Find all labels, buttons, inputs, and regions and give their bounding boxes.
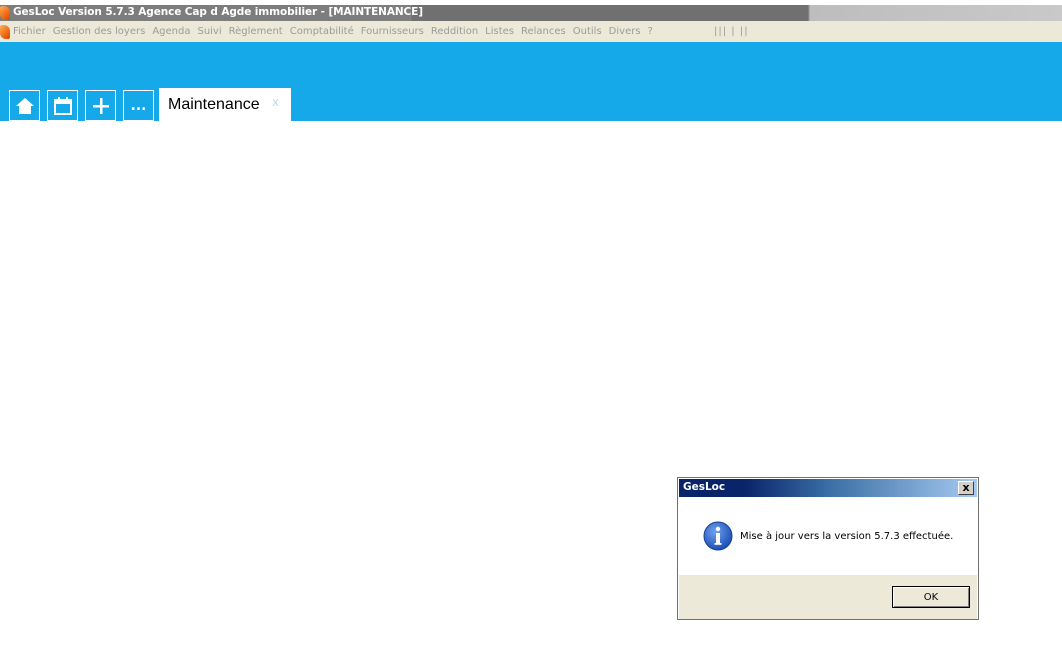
menu-agenda[interactable]: Agenda	[152, 26, 190, 37]
message-dialog: GesLoc x Mise à jour vers la version 5.7…	[677, 477, 979, 620]
menu-listes[interactable]: Listes	[485, 26, 514, 37]
ellipsis-icon: ...	[130, 97, 147, 114]
close-icon: x	[962, 481, 970, 494]
dialog-message: Mise à jour vers la version 5.7.3 effect…	[740, 531, 954, 542]
menu-reddition[interactable]: Reddition	[431, 26, 478, 37]
menu-relances[interactable]: Relances	[521, 26, 566, 37]
document-menu-icon[interactable]	[0, 25, 10, 39]
dialog-title-bar[interactable]: GesLoc x	[679, 479, 977, 497]
calendar-button[interactable]	[47, 90, 78, 121]
menu-items: Fichier Gestion des loyers Agenda Suivi …	[13, 26, 660, 37]
info-icon	[703, 521, 733, 551]
gesloc-app-icon[interactable]	[0, 6, 10, 20]
window-title: GesLoc Version 5.7.3 Agence Cap d Agde i…	[13, 6, 423, 18]
menu-reglement[interactable]: Règlement	[229, 26, 283, 37]
menu-fichier[interactable]: Fichier	[13, 26, 46, 37]
plus-icon	[92, 97, 109, 114]
menu-comptabilite[interactable]: Comptabilité	[290, 26, 354, 37]
ok-button-label: OK	[923, 591, 939, 603]
menu-outils[interactable]: Outils	[573, 26, 602, 37]
home-button[interactable]	[9, 90, 40, 121]
home-icon	[15, 97, 34, 114]
menu-extra-bars: ||| | ||	[714, 26, 749, 37]
menu-divers[interactable]: Divers	[609, 26, 641, 37]
dialog-close-button[interactable]: x	[958, 481, 974, 495]
calendar-icon	[53, 96, 72, 115]
more-button[interactable]: ...	[123, 90, 154, 121]
menu-help[interactable]: ?	[648, 26, 653, 37]
dialog-title: GesLoc	[683, 481, 726, 493]
menu-gestion-des-loyers[interactable]: Gestion des loyers	[53, 26, 146, 37]
tab-close-icon[interactable]: x	[272, 95, 279, 109]
menu-suivi[interactable]: Suivi	[197, 26, 221, 37]
ok-button[interactable]: OK	[892, 586, 970, 608]
menu-fournisseurs[interactable]: Fournisseurs	[361, 26, 424, 37]
tab-maintenance-label: Maintenance	[168, 96, 260, 113]
add-button[interactable]	[85, 90, 116, 121]
